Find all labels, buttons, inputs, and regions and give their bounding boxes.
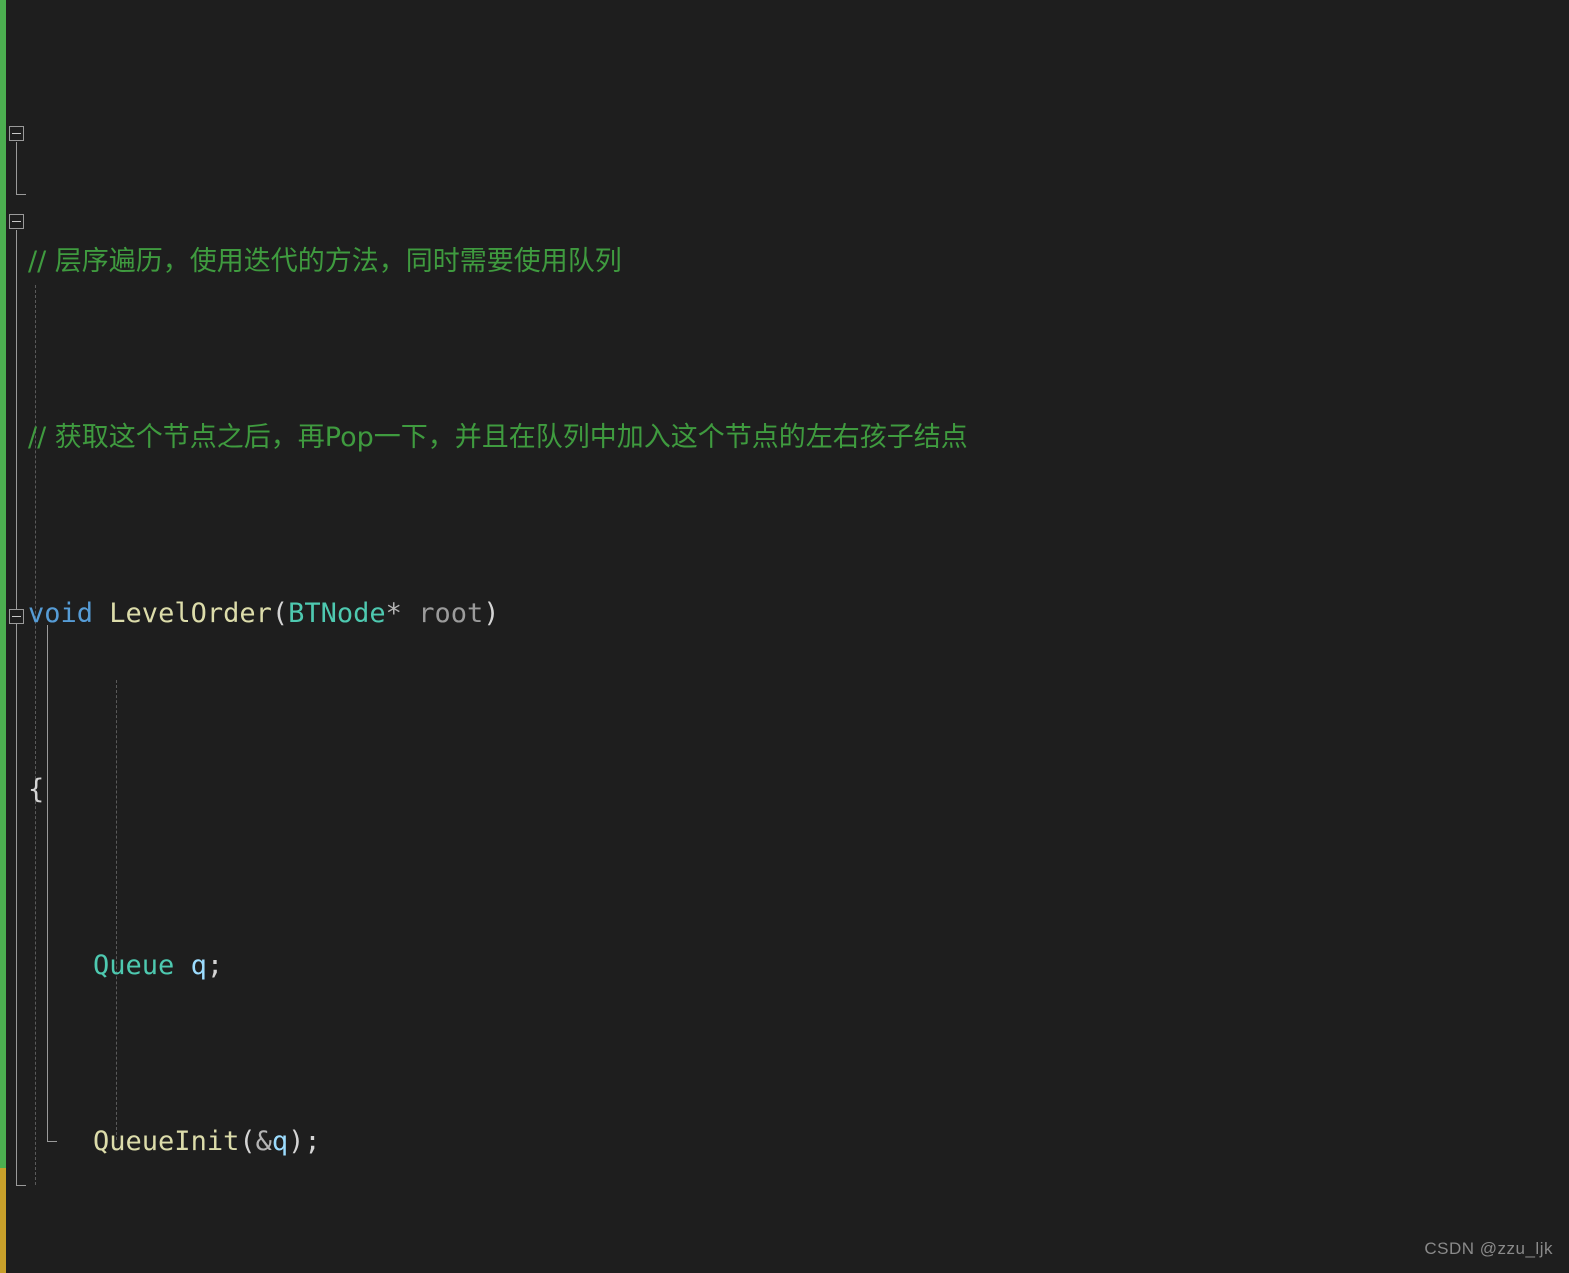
token-function-queueinit: QueueInit xyxy=(93,1126,240,1157)
token-comment: // 层序遍历，使用迭代的方法，同时需要使用队列 xyxy=(28,246,622,277)
token-semicolon: ; xyxy=(304,1126,321,1157)
token-param-root: root xyxy=(418,598,484,629)
code-line-5: Queue q; xyxy=(0,944,1569,988)
csdn-watermark: CSDN @zzu_ljk xyxy=(1424,1239,1553,1258)
token-type-queue: Queue xyxy=(93,950,175,981)
token-star: * xyxy=(385,598,402,629)
code-line-1: // 层序遍历，使用迭代的方法，同时需要使用队列 xyxy=(0,240,1569,284)
token-var-q: q xyxy=(190,950,207,981)
code-line-4: { xyxy=(0,768,1569,812)
code-line-2: // 获取这个节点之后，再Pop一下，并且在队列中加入这个节点的左右孩子结点 xyxy=(0,416,1569,460)
token-comment: // 获取这个节点之后，再Pop一下，并且在队列中加入这个节点的左右孩子结点 xyxy=(28,422,968,453)
code-line-3: void LevelOrder(BTNode* root) xyxy=(0,592,1569,636)
token-function-levelorder: LevelOrder xyxy=(109,598,272,629)
token-paren-open: ( xyxy=(271,598,289,629)
token-paren-close: ) xyxy=(483,598,500,629)
code-content[interactable]: // 层序遍历，使用迭代的方法，同时需要使用队列 // 获取这个节点之后，再Po… xyxy=(0,108,1569,1273)
token-var-q: q xyxy=(271,1126,289,1157)
token-paren-open: ( xyxy=(239,1126,256,1157)
code-line-6: QueueInit(&q); xyxy=(0,1120,1569,1164)
token-brace-open: { xyxy=(28,774,45,805)
code-editor-screenshot: // 层序遍历，使用迭代的方法，同时需要使用队列 // 获取这个节点之后，再Po… xyxy=(0,0,1569,1273)
token-keyword-void: void xyxy=(28,598,94,629)
token-paren-close: ) xyxy=(288,1126,305,1157)
token-ampersand: & xyxy=(255,1126,272,1157)
token-semicolon: ; xyxy=(206,950,224,981)
token-type-btnode: BTNode xyxy=(288,598,386,629)
